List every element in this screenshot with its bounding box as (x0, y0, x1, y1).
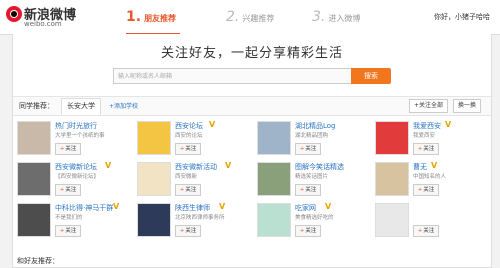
avatar[interactable] (137, 121, 171, 155)
person-name[interactable]: 陕西生律师 (175, 203, 210, 213)
weibo-eye-icon (6, 6, 22, 22)
person-desc: 大学里一个孩纸的事 (55, 133, 105, 139)
person-name[interactable]: 西安微新活动 (175, 162, 217, 172)
step-label: 兴趣推荐 (242, 14, 275, 23)
person-card: 图解今笑话精选 精选笑话图片 关注 (257, 162, 373, 202)
avatar[interactable] (137, 203, 171, 237)
person-card: 吃家网 V 美食精选好吃的 关注 (257, 202, 373, 243)
person-name[interactable]: 西安论坛 (175, 121, 203, 131)
follow-button[interactable]: 关注 (55, 184, 81, 196)
friend-recommend-label: 和好友推荐： (17, 257, 59, 265)
search-input[interactable]: 输入昵称或名人邮箱 (113, 68, 353, 84)
classmate-filter-bar: 同学推荐： 长安大学 +添加学校 +关注全部 换一换 (13, 96, 491, 116)
filter-label: 同学推荐： (19, 102, 54, 110)
weibo-logo[interactable]: 新浪微博 weibo.com (6, 2, 76, 30)
step-friends[interactable]: 1. 朋友推荐 (126, 0, 181, 35)
page-title: 关注好友，一起分享精彩生活 (160, 46, 343, 61)
person-card: 陕西生律师 V 北京陕西律师事务所 关注 (137, 202, 253, 243)
person-desc: 我爱西安 (413, 133, 436, 139)
next-batch-button[interactable]: 换一换 (453, 99, 482, 113)
person-name[interactable]: 吃家网 (295, 203, 316, 213)
person-name[interactable]: 湖北精品Log (295, 121, 336, 131)
person-desc: 【西安微新论坛】 (55, 174, 100, 180)
follow-button[interactable]: 关注 (175, 225, 201, 237)
verified-icon: V (113, 202, 120, 211)
verified-icon: V (105, 161, 112, 170)
person-card: 西安微新论坛 V 【西安微新论坛】 关注 (17, 161, 133, 202)
verified-icon: V (225, 161, 232, 170)
follow-button[interactable]: 关注 (413, 184, 439, 196)
tab-school[interactable]: 长安大学 (61, 98, 101, 115)
step-number: 2. (226, 9, 240, 25)
person-card: 中科比得·神马干群 V 不是我们的 关注 (17, 202, 133, 243)
follow-button[interactable]: 关注 (55, 143, 81, 155)
top-bar: 新浪微博 weibo.com 1. 朋友推荐 2. 兴趣推荐 3. 进入微博 你好，小… (0, 0, 500, 35)
step-number: 3. (312, 9, 326, 25)
avatar[interactable] (375, 121, 409, 155)
avatar[interactable] (137, 162, 171, 196)
person-desc: 西安的论坛 (175, 133, 203, 139)
follow-button[interactable]: 关注 (413, 143, 439, 155)
avatar[interactable] (257, 203, 291, 237)
step-label: 朋友推荐 (144, 14, 177, 23)
step-number: 1. (126, 9, 142, 25)
person-card: 我爱西安 V 我爱西安 关注 (375, 120, 491, 161)
avatar[interactable] (257, 162, 291, 196)
person-name[interactable]: 西安微新论坛 (55, 162, 97, 172)
avatar[interactable] (375, 203, 409, 237)
follow-button[interactable]: 关注 (175, 143, 201, 155)
step-label: 进入微博 (328, 14, 361, 23)
person-name[interactable]: 热门时光旅行 (55, 121, 97, 131)
follow-button[interactable]: 关注 (295, 225, 321, 237)
person-card: 西安论坛 V 西安的论坛 关注 (137, 120, 253, 161)
verified-icon: V (325, 202, 332, 211)
person-desc: 不是我们的 (55, 215, 83, 221)
person-name[interactable]: 中科比得·神马干群 (55, 203, 113, 213)
verified-icon: V (209, 120, 216, 129)
follow-button[interactable]: 关注 (295, 143, 321, 155)
person-card: 西安微新活动 V 西安微新 关注 (137, 161, 253, 202)
verified-icon: V (219, 202, 226, 211)
verified-icon: V (431, 161, 438, 170)
follow-button[interactable]: 关注 (175, 184, 201, 196)
follow-button[interactable]: 关注 (413, 225, 439, 237)
step-interests[interactable]: 2. 兴趣推荐 (226, 0, 274, 34)
person-card: 热门时光旅行 大学里一个孩纸的事 关注 (17, 121, 133, 161)
avatar[interactable] (17, 203, 51, 237)
follow-button[interactable]: 关注 (295, 184, 321, 196)
person-name[interactable]: 曹无 (413, 162, 427, 172)
verified-icon: V (445, 120, 452, 129)
signup-steps: 1. 朋友推荐 2. 兴趣推荐 3. 进入微博 (126, 0, 376, 35)
person-desc: 西安微新 (175, 174, 198, 180)
avatar[interactable] (257, 121, 291, 155)
person-card: 曹无 V 中国知名的人 关注 (375, 161, 491, 202)
person-desc: 北京陕西律师事务所 (175, 215, 225, 221)
person-name[interactable]: 图解今笑话精选 (295, 162, 344, 172)
search-button[interactable]: 搜索 (351, 68, 391, 84)
add-school-link[interactable]: +添加学校 (109, 101, 138, 110)
avatar[interactable] (17, 162, 51, 196)
person-desc: 湖北精品团购 (295, 133, 329, 139)
follow-all-button[interactable]: +关注全部 (409, 99, 449, 113)
logo-domain: weibo.com (24, 20, 62, 28)
recommend-panel: 关注好友，一起分享精彩生活 输入昵称或名人邮箱 搜索 同学推荐： 长安大学 +添… (12, 34, 492, 268)
avatar[interactable] (375, 162, 409, 196)
follow-button[interactable]: 关注 (55, 225, 81, 237)
person-desc: 中国知名的人 (413, 174, 447, 180)
person-card: 湖北精品Log 湖北精品团购 关注 (257, 121, 373, 161)
person-card: 关注 (375, 203, 491, 243)
user-greeting[interactable]: 你好，小猪子哈哈 (434, 12, 490, 22)
person-name[interactable]: 我爱西安 (413, 121, 441, 131)
avatar[interactable] (17, 121, 51, 155)
step-enter[interactable]: 3. 进入微博 (312, 0, 360, 34)
person-desc: 美食精选好吃的 (295, 215, 334, 221)
person-desc: 精选笑话图片 (295, 174, 329, 180)
